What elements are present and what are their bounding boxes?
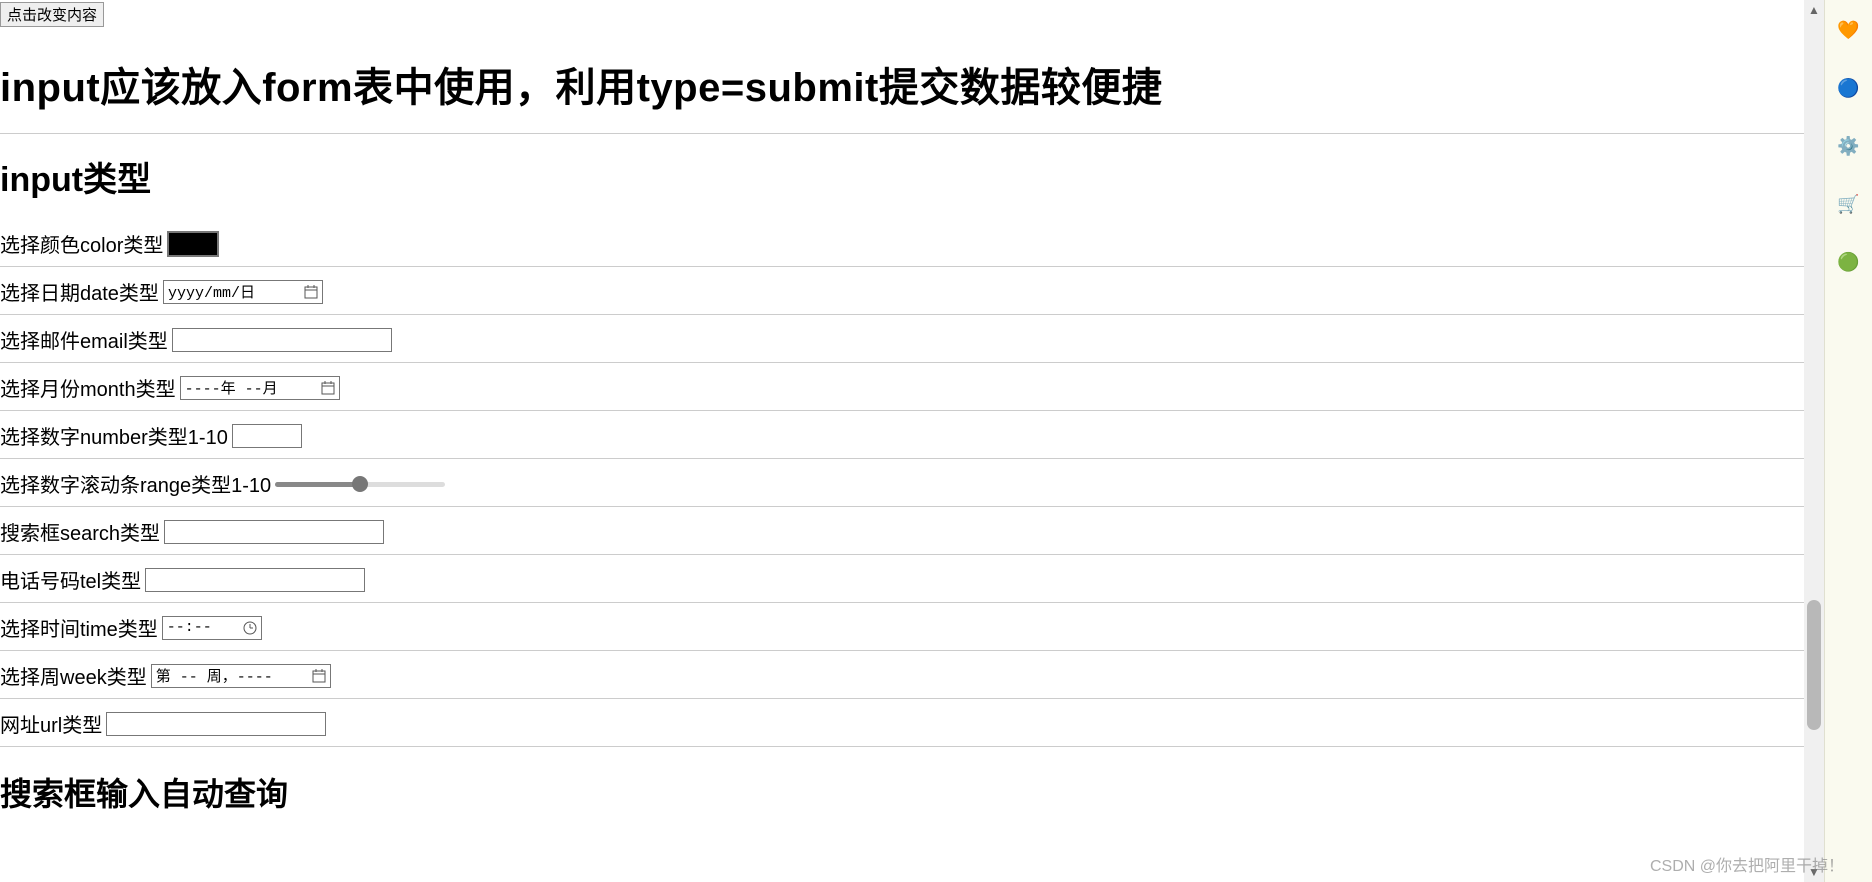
- search-input[interactable]: [164, 520, 384, 544]
- side-panel: 🧡 🔵 ⚙️ 🛒 🟢: [1824, 0, 1872, 882]
- side-icon-3[interactable]: ⚙️: [1839, 136, 1859, 156]
- side-icon-1[interactable]: 🧡: [1839, 20, 1859, 40]
- row-url: 网址url类型: [0, 707, 1824, 747]
- scroll-down-arrow[interactable]: ▼: [1804, 862, 1824, 882]
- side-icon-5[interactable]: 🟢: [1839, 252, 1859, 272]
- range-input[interactable]: [275, 474, 445, 494]
- week-input[interactable]: 第 -- 周，----: [151, 664, 331, 688]
- row-color: 选择颜色color类型: [0, 227, 1824, 267]
- divider: [0, 133, 1824, 134]
- label-color: 选择颜色color类型: [0, 229, 163, 258]
- time-placeholder: --:--: [167, 619, 212, 636]
- side-icon-2[interactable]: 🔵: [1839, 78, 1859, 98]
- label-month: 选择月份month类型: [0, 373, 176, 402]
- input-types-heading: input类型: [0, 152, 1824, 201]
- label-range: 选择数字滚动条range类型1-10: [0, 469, 271, 498]
- label-tel: 电话号码tel类型: [0, 565, 141, 594]
- date-input[interactable]: yyyy/mm/日: [163, 280, 323, 304]
- row-search: 搜索框search类型: [0, 515, 1824, 555]
- row-week: 选择周week类型 第 -- 周，----: [0, 659, 1824, 699]
- datalist-heading: 搜索框输入自动查询: [0, 769, 1824, 815]
- scroll-track[interactable]: [1804, 20, 1824, 862]
- range-fill: [275, 482, 360, 487]
- row-email: 选择邮件email类型: [0, 323, 1824, 363]
- scroll-up-arrow[interactable]: ▲: [1804, 0, 1824, 20]
- label-time: 选择时间time类型: [0, 613, 158, 642]
- week-placeholder: 第 -- 周，----: [156, 665, 273, 686]
- clock-icon: [216, 621, 257, 635]
- number-input[interactable]: [232, 424, 302, 448]
- calendar-icon: [259, 285, 318, 299]
- change-content-button[interactable]: 点击改变内容: [0, 2, 104, 27]
- date-placeholder: yyyy/mm/日: [168, 281, 255, 302]
- label-search: 搜索框search类型: [0, 517, 160, 546]
- label-url: 网址url类型: [0, 709, 102, 738]
- time-input[interactable]: --:--: [162, 616, 262, 640]
- range-thumb[interactable]: [352, 476, 368, 492]
- month-placeholder: ----年 --月: [185, 377, 278, 398]
- label-email: 选择邮件email类型: [0, 325, 168, 354]
- vertical-scrollbar[interactable]: ▲ ▼: [1804, 0, 1824, 882]
- row-range: 选择数字滚动条range类型1-10: [0, 467, 1824, 507]
- side-icon-4[interactable]: 🛒: [1839, 194, 1859, 214]
- calendar-icon: [282, 381, 335, 395]
- row-number: 选择数字number类型1-10: [0, 419, 1824, 459]
- row-time: 选择时间time类型 --:--: [0, 611, 1824, 651]
- color-input[interactable]: [167, 231, 219, 257]
- page-title: input应该放入form表中使用，利用type=submit提交数据较便捷: [0, 55, 1824, 113]
- row-tel: 电话号码tel类型: [0, 563, 1824, 603]
- label-number: 选择数字number类型1-10: [0, 421, 228, 450]
- label-date: 选择日期date类型: [0, 277, 159, 306]
- scroll-thumb[interactable]: [1807, 600, 1821, 730]
- row-date: 选择日期date类型 yyyy/mm/日: [0, 275, 1824, 315]
- page-content: 点击改变内容 input应该放入form表中使用，利用type=submit提交…: [0, 0, 1824, 882]
- tel-input[interactable]: [145, 568, 365, 592]
- label-week: 选择周week类型: [0, 661, 147, 690]
- row-month: 选择月份month类型 ----年 --月: [0, 371, 1824, 411]
- email-input[interactable]: [172, 328, 392, 352]
- url-input[interactable]: [106, 712, 326, 736]
- calendar-icon: [277, 669, 326, 683]
- month-input[interactable]: ----年 --月: [180, 376, 340, 400]
